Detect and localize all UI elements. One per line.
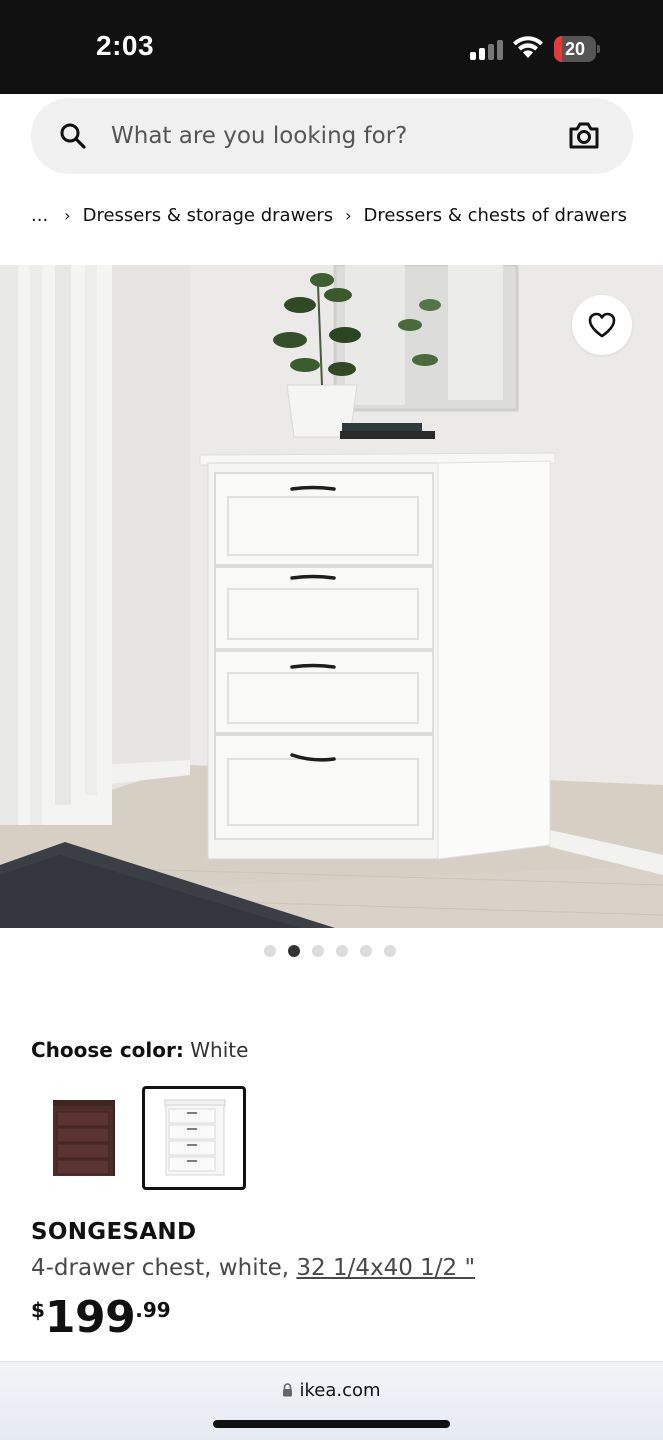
product-name: SONGESAND — [31, 1219, 197, 1245]
lock-icon — [283, 1383, 293, 1397]
product-dimensions-link[interactable]: 32 1/4x40 1/2 " — [296, 1255, 475, 1281]
status-time: 2:03 — [96, 30, 155, 61]
heart-icon[interactable] — [587, 311, 617, 339]
choose-color-label: Choose color: — [31, 1038, 184, 1062]
battery-level: 20 — [564, 39, 586, 59]
product-price: $ 199 .99 — [31, 1292, 171, 1344]
camera-icon[interactable] — [567, 120, 601, 152]
price-cents: .99 — [135, 1298, 171, 1322]
product-description: 4-drawer chest, white, 32 1/4x40 1/2 " — [31, 1255, 475, 1281]
carousel-dot-5[interactable] — [360, 945, 372, 957]
breadcrumb-item-dressers-storage[interactable]: Dressers & storage drawers — [83, 205, 334, 226]
search-bar[interactable] — [31, 98, 633, 174]
breadcrumb-ellipsis[interactable]: ... — [31, 205, 48, 226]
carousel-dot-2[interactable] — [288, 945, 300, 957]
color-chooser-label: Choose color: White — [31, 1038, 248, 1062]
battery-icon: 20 — [554, 36, 602, 62]
wifi-icon — [513, 36, 543, 58]
price-currency: $ — [31, 1298, 45, 1322]
carousel-dot-6[interactable] — [384, 945, 396, 957]
carousel-dot-1[interactable] — [264, 945, 276, 957]
browser-url-bar[interactable]: ikea.com — [0, 1361, 663, 1440]
carousel-dot-3[interactable] — [312, 945, 324, 957]
url-text: ikea.com — [299, 1380, 381, 1401]
search-icon[interactable] — [59, 122, 87, 150]
status-bar: 2:03 20 — [0, 0, 663, 94]
carousel-dots[interactable] — [264, 945, 396, 959]
favorite-button[interactable] — [572, 295, 632, 355]
chevron-right-icon: › — [64, 205, 71, 225]
chevron-right-icon: › — [345, 205, 352, 225]
breadcrumb-item-dressers-chests[interactable]: Dressers & chests of drawers — [364, 205, 627, 226]
breadcrumb: ... › Dressers & storage drawers › Dress… — [31, 200, 627, 230]
url-display[interactable]: ikea.com — [0, 1380, 663, 1401]
product-description-text: 4-drawer chest, white, — [31, 1255, 297, 1281]
cellular-signal-icon — [470, 38, 504, 60]
selected-color: White — [190, 1038, 249, 1062]
price-whole: 199 — [44, 1292, 136, 1343]
search-input[interactable] — [111, 116, 541, 156]
product-image[interactable] — [0, 265, 663, 928]
color-swatch-brown[interactable] — [31, 1086, 135, 1190]
carousel-dot-4[interactable] — [336, 945, 348, 957]
color-swatch-white[interactable] — [142, 1086, 246, 1190]
home-indicator — [213, 1420, 450, 1428]
